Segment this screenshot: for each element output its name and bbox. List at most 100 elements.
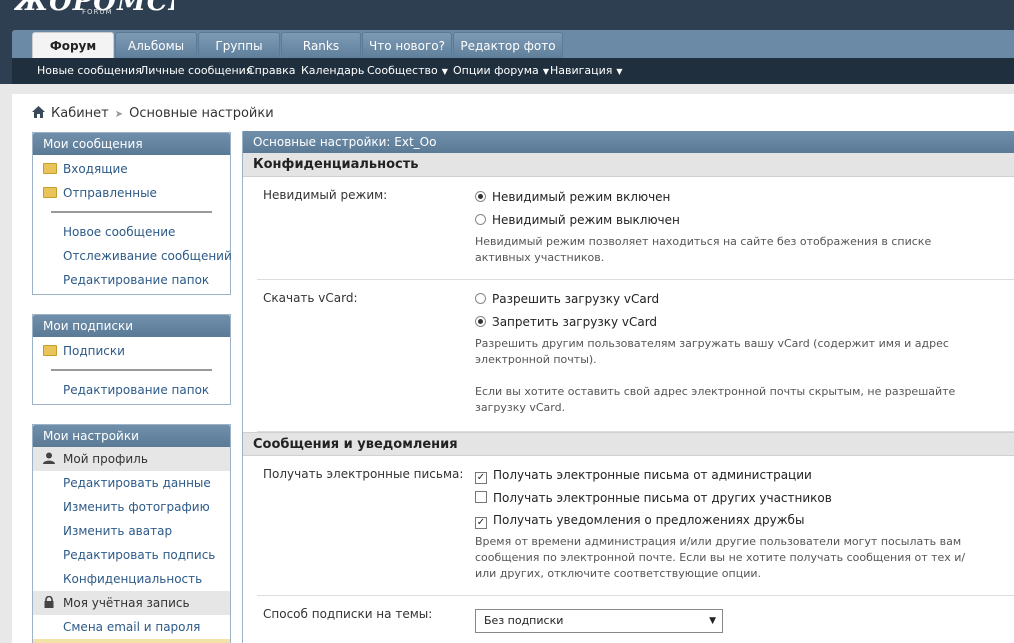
setting-label: Получать электронные письма: xyxy=(263,467,464,481)
sidebar-item-edit-details[interactable]: Редактировать данные xyxy=(33,471,230,495)
folder-icon xyxy=(43,163,57,174)
sidebar-section-label: Мой профиль xyxy=(63,452,148,466)
breadcrumb-current: Основные настройки xyxy=(129,106,274,121)
radio-icon xyxy=(475,191,486,202)
subscription-mode-select[interactable]: Без подписки ▼ xyxy=(475,609,723,633)
setting-vcard: Скачать vCard: Разрешить загрузку vCard … xyxy=(257,280,1014,432)
sidebar-section-label: Моя учётная запись xyxy=(63,596,190,610)
radio-icon xyxy=(475,293,486,304)
checkbox-admin-emails[interactable]: ✓ Получать электронные письма от админист… xyxy=(475,467,812,484)
chevron-down-icon: ▼ xyxy=(542,67,549,76)
radio-invisible-off[interactable]: Невидимый режим выключен xyxy=(475,212,680,228)
sidebar-item-change-avatar[interactable]: Изменить аватар xyxy=(33,519,230,543)
sidebar-item-label: Подписки xyxy=(63,344,125,358)
subnav-navigation[interactable]: Навигация ▼ xyxy=(550,58,623,84)
sidebar-item-privacy[interactable]: Конфиденциальность xyxy=(33,567,230,591)
subnav-forum-options-label: Опции форума xyxy=(453,64,539,77)
subnav-private-messages[interactable]: Личные сообщения xyxy=(140,58,252,84)
checkbox-unchecked-icon xyxy=(475,491,487,503)
section-notifications-title: Сообщения и уведомления xyxy=(243,432,1014,456)
checkbox-label: Получать электронные письма от администр… xyxy=(493,468,812,482)
subnav-forum-options[interactable]: Опции форума ▼ xyxy=(453,58,549,84)
select-value: Без подписки xyxy=(484,614,564,627)
subnav-community[interactable]: Сообщество ▼ xyxy=(367,58,448,84)
user-icon xyxy=(43,452,55,464)
setting-label: Скачать vCard: xyxy=(263,291,358,305)
sidebar-item-track-messages[interactable]: Отслеживание сообщений xyxy=(33,244,232,268)
sidebar-item-edit-folders[interactable]: Редактирование папок xyxy=(33,268,230,292)
radio-icon xyxy=(475,316,486,327)
tab-ranks[interactable]: Ranks xyxy=(281,32,361,58)
dropdown-arrow-icon: ▼ xyxy=(709,616,716,626)
sidebar-divider xyxy=(51,211,212,213)
radio-invisible-on[interactable]: Невидимый режим включен xyxy=(475,189,670,205)
subnav-community-label: Сообщество xyxy=(367,64,438,77)
sidebar-subscriptions: Мои подписки Подписки Редактирование пап… xyxy=(32,314,231,405)
setting-label: Способ подписки на темы: xyxy=(263,607,433,621)
checkbox-friend-requests[interactable]: ✓ Получать уведомления о предложениях дру… xyxy=(475,512,805,529)
folder-icon xyxy=(43,187,57,198)
folder-icon xyxy=(43,345,57,356)
sidebar-item-change-photo[interactable]: Изменить фотографию xyxy=(33,495,230,519)
settings-panel-title: Основные настройки: Ext_Oo xyxy=(243,131,1014,153)
page-content: Кабинет ➤ Основные настройки Мои сообщения… xyxy=(12,94,1014,643)
radio-label: Невидимый режим выключен xyxy=(492,213,680,227)
subnav-navigation-label: Навигация xyxy=(550,64,613,77)
setting-receive-emails: Получать электронные письма: ✓ Получать э… xyxy=(257,456,1014,596)
setting-description: Если вы хотите оставить свой адрес элект… xyxy=(475,385,956,414)
radio-label: Запретить загрузку vCard xyxy=(492,315,658,329)
radio-icon xyxy=(475,214,486,225)
checkbox-checked-icon: ✓ xyxy=(475,517,487,529)
tab-groups[interactable]: Группы xyxy=(198,32,280,58)
home-icon[interactable] xyxy=(32,106,45,118)
sidebar-item-new-message[interactable]: Новое сообщение xyxy=(33,220,230,244)
subnav-calendar[interactable]: Календарь xyxy=(301,58,364,84)
breadcrumb: Кабинет ➤ Основные настройки xyxy=(32,106,274,121)
sidebar-item-edit-subscription-folders[interactable]: Редактирование папок xyxy=(33,378,230,402)
radio-vcard-deny[interactable]: Запретить загрузку vCard xyxy=(475,314,657,330)
setting-subscription-mode: Способ подписки на темы: Без подписки ▼ xyxy=(257,596,1014,643)
sidebar-settings-title: Мои настройки xyxy=(33,425,230,447)
sidebar-item-label: Отправленные xyxy=(63,186,157,200)
setting-description: Разрешить другим пользователям загружать… xyxy=(475,337,949,366)
logo-subtitle: FORUM xyxy=(82,8,113,16)
setting-invisible-mode: Невидимый режим: Невидимый режим включен… xyxy=(257,177,1014,280)
sidebar-item-label: Входящие xyxy=(63,162,128,176)
setting-description: Время от времени администрация и/или дру… xyxy=(475,535,966,580)
sidebar-messages-title: Мои сообщения xyxy=(33,133,230,155)
radio-vcard-allow[interactable]: Разрешить загрузку vCard xyxy=(475,291,659,307)
checkbox-checked-icon: ✓ xyxy=(475,472,487,484)
sidebar-highlight-strip xyxy=(33,639,230,643)
sidebar-messages: Мои сообщения Входящие Отправленные Ново… xyxy=(32,132,232,295)
checkbox-label: Получать уведомления о предложениях друж… xyxy=(493,513,805,527)
breadcrumb-separator-icon: ➤ xyxy=(114,109,124,120)
subnav-help[interactable]: Справка xyxy=(247,58,295,84)
subnav-new-posts[interactable]: Новые сообщения xyxy=(37,58,142,84)
tab-albums[interactable]: Альбомы xyxy=(115,32,197,58)
setting-description: Невидимый режим позволяет находиться на … xyxy=(475,235,932,264)
main-tabbar: Форум Альбомы Группы Ranks Что нового? Р… xyxy=(12,30,1014,58)
site-header: ЖОРОМСЕ FORUM Форум Альбомы Группы Ranks… xyxy=(0,0,1014,84)
sidebar-item-inbox[interactable]: Входящие xyxy=(33,157,230,181)
tab-photo-editor[interactable]: Редактор фото xyxy=(453,32,563,58)
chevron-down-icon: ▼ xyxy=(441,67,448,76)
radio-label: Разрешить загрузку vCard xyxy=(492,292,660,306)
section-privacy-title: Конфиденциальность xyxy=(243,153,1014,177)
tab-forum[interactable]: Форум xyxy=(32,32,114,58)
tab-whats-new[interactable]: Что нового? xyxy=(362,32,452,58)
checkbox-member-emails[interactable]: Получать электронные письма от других уч… xyxy=(475,490,832,506)
checkbox-label: Получать электронные письма от других уч… xyxy=(493,491,832,505)
breadcrumb-home[interactable]: Кабинет xyxy=(51,106,109,121)
sidebar-item-edit-signature[interactable]: Редактировать подпись xyxy=(33,543,230,567)
sidebar-divider xyxy=(51,369,212,371)
sidebar-item-change-email-password[interactable]: Смена email и пароля xyxy=(33,615,230,639)
sidebar-item-subscriptions[interactable]: Подписки xyxy=(33,339,230,363)
sidebar-item-sent[interactable]: Отправленные xyxy=(33,181,230,205)
lock-icon xyxy=(44,596,54,608)
sidebar-subscriptions-title: Мои подписки xyxy=(33,315,230,337)
radio-label: Невидимый режим включен xyxy=(492,190,671,204)
settings-panel: Основные настройки: Ext_Oo Конфиденциаль… xyxy=(242,131,1014,643)
sidebar-section-account: Моя учётная запись xyxy=(33,591,230,615)
sidebar-section-profile: Мой профиль xyxy=(33,447,230,471)
sidebar-settings: Мои настройки Мой профиль Редактировать … xyxy=(32,424,231,643)
